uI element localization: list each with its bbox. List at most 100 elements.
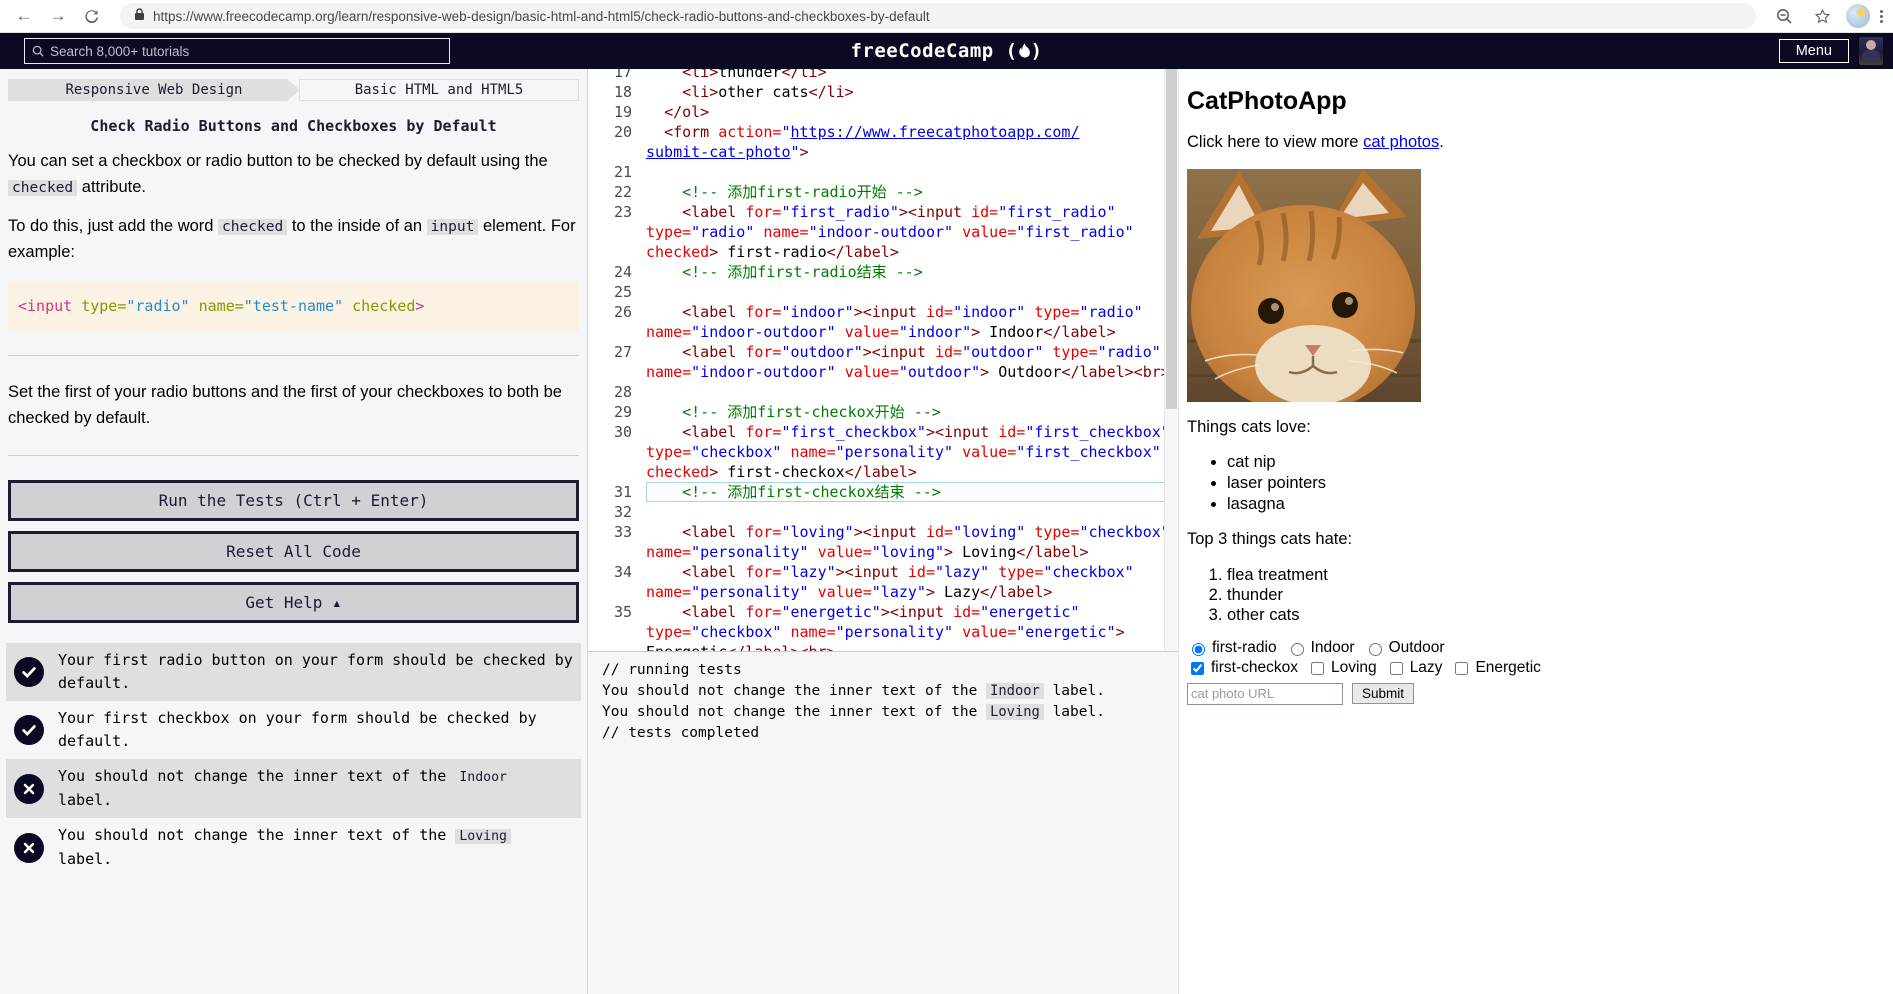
forward-button[interactable]: → <box>44 2 72 30</box>
editor-line[interactable]: checked> first-radio</label> <box>588 242 1178 262</box>
editor-line[interactable]: 23 <label for="first_radio"><input id="f… <box>588 202 1178 222</box>
line-number: 20 <box>614 123 633 141</box>
editor-line[interactable]: 18 <li>other cats</li> <box>588 82 1178 102</box>
get-help-button[interactable]: Get Help ▴ <box>8 582 579 624</box>
preview-radio-first-radio[interactable] <box>1192 642 1205 656</box>
preview-radio-outdoor[interactable] <box>1368 642 1382 656</box>
browser-menu-icon[interactable] <box>1880 9 1883 23</box>
line-code: type="checkbox" name="personality" value… <box>646 622 1178 642</box>
code-segment: "first_radio" <box>998 203 1116 221</box>
intro-period: . <box>1439 133 1444 151</box>
code-segment: > <box>971 323 981 341</box>
editor-line[interactable]: 35 <label for="energetic"><input id="ene… <box>588 602 1178 622</box>
editor-line[interactable]: type="checkbox" name="personality" value… <box>588 622 1178 642</box>
editor-line[interactable]: type="radio" name="indoor-outdoor" value… <box>588 222 1178 242</box>
bookmark-star-icon[interactable] <box>1808 2 1836 30</box>
reset-code-button[interactable]: Reset All Code <box>8 531 579 573</box>
editor-line[interactable]: checked> first-checkox</label> <box>588 462 1178 482</box>
code-segment: checked <box>646 243 710 261</box>
editor-line[interactable]: type="checkbox" name="personality" value… <box>588 442 1178 462</box>
fcc-flame-icon <box>1018 43 1030 58</box>
editor-line[interactable]: 27 <label for="outdoor"><input id="outdo… <box>588 342 1178 362</box>
code-segment: Set the first of your radio buttons and … <box>8 383 562 427</box>
editor-line[interactable]: 24 <!-- 添加first-radio结束 --> <box>588 262 1178 282</box>
submit-button[interactable]: Submit <box>1352 683 1415 704</box>
line-number: 24 <box>614 263 633 281</box>
line-number: 22 <box>614 183 633 201</box>
editor-line[interactable]: name="personality" value="lazy"> Lazy</l… <box>588 582 1178 602</box>
editor-line[interactable]: 29 <!-- 添加first-checkox开始 --> <box>588 402 1178 422</box>
editor-line[interactable]: 28 <box>588 382 1178 402</box>
line-code: <!-- 添加first-checkox结束 --> <box>646 482 1178 502</box>
code-segment: <!-- 添加first-radio开始 --> <box>682 183 923 201</box>
editor-line[interactable]: 22 <!-- 添加first-radio开始 --> <box>588 182 1178 202</box>
instructions-panel: Responsive Web Design Basic HTML and HTM… <box>0 69 588 994</box>
console-line: You should not change the inner text of … <box>602 681 1178 702</box>
code-segment: "indoor" <box>781 303 854 321</box>
code-segment: <li> <box>682 83 719 101</box>
editor-scrollbar[interactable] <box>1164 69 1178 651</box>
console-line: You should not change the inner text of … <box>602 702 1178 723</box>
editor-line[interactable]: 25 <box>588 282 1178 302</box>
editor-line[interactable]: submit-cat-photo"> <box>588 142 1178 162</box>
editor-line[interactable]: 33 <label for="loving"><input id="loving… <box>588 522 1178 542</box>
editor-line[interactable]: 31 <!-- 添加first-checkox结束 --> <box>588 482 1178 502</box>
editor-column: 17 <li>thunder</li> 18 <li>other cats</li… <box>588 69 1178 994</box>
code-segment: first-radio <box>718 243 827 261</box>
preview-checkbox-loving[interactable] <box>1311 661 1324 675</box>
editor-line[interactable]: 17 <li>thunder</li> <box>588 69 1178 82</box>
code-segment: "energetic" <box>1016 623 1116 641</box>
back-button[interactable]: ← <box>10 2 38 30</box>
editor-line[interactable]: 30 <label for="first_checkbox"><input id… <box>588 422 1178 442</box>
editor-line[interactable]: 21 <box>588 162 1178 182</box>
editor-line[interactable]: Energetic</label><br> <box>588 642 1178 651</box>
preview-radio-text: first-radio <box>1212 638 1277 656</box>
editor-line[interactable]: 32 <box>588 502 1178 522</box>
code-segment: Your first radio button on your form sho… <box>58 651 573 693</box>
reload-button[interactable] <box>78 2 106 30</box>
code-segment: <label <box>682 523 737 541</box>
preview-checkbox-first-checkox[interactable] <box>1191 661 1204 675</box>
editor-line[interactable]: 26 <label for="indoor"><input id="indoor… <box>588 302 1178 322</box>
preview-radio-indoor[interactable] <box>1290 642 1304 656</box>
editor-line[interactable]: 19 </ol> <box>588 102 1178 122</box>
code-segment: You should not change the inner text of … <box>58 826 456 845</box>
preview-intro: Click here to view more cat photos. <box>1187 133 1893 152</box>
menu-button[interactable]: Menu <box>1778 39 1849 63</box>
test-result-text: Your first radio button on your form sho… <box>58 649 573 695</box>
user-avatar[interactable] <box>1859 37 1883 65</box>
lesson-paragraph-1: You can set a checkbox or radio button t… <box>8 149 579 200</box>
search-input[interactable]: Search 8,000+ tutorials <box>24 38 450 64</box>
console-line: // running tests <box>602 660 1178 681</box>
code-segment: Indoor <box>980 323 1044 341</box>
line-number <box>588 622 646 642</box>
editor-line[interactable]: name="indoor-outdoor" value="outdoor"> O… <box>588 362 1178 382</box>
preview-checkbox-lazy[interactable] <box>1389 661 1403 675</box>
hate-list-item: other cats <box>1227 606 1893 625</box>
code-segment: <label <box>682 203 737 221</box>
editor-line[interactable]: name="personality" value="loving"> Lovin… <box>588 542 1178 562</box>
code-segment: value= <box>962 223 1017 241</box>
fcc-logo-text-close: ) <box>1030 40 1043 62</box>
code-segment: action= <box>718 123 782 141</box>
code-segment: "lazy" <box>871 583 926 601</box>
zoom-out-page-icon[interactable] <box>1770 2 1798 30</box>
breadcrumb-block[interactable]: Basic HTML and HTML5 <box>298 79 579 101</box>
editor-line[interactable]: 34 <label for="lazy"><input id="lazy" ty… <box>588 562 1178 582</box>
preview-checkbox-energetic[interactable] <box>1455 661 1469 675</box>
run-tests-button[interactable]: Run the Tests (Ctrl + Enter) <box>8 480 579 522</box>
editor-line[interactable]: 20 <form action="https://www.freecatphot… <box>588 122 1178 142</box>
editor-scrollbar-thumb[interactable] <box>1166 69 1177 409</box>
breadcrumb-superblock[interactable]: Responsive Web Design <box>8 79 300 101</box>
browser-profile-avatar[interactable] <box>1846 4 1870 28</box>
cat-photos-link[interactable]: cat photos <box>1363 133 1439 151</box>
fcc-logo[interactable]: freeCodeCamp ( ) <box>850 40 1042 62</box>
code-segment: for= <box>745 423 782 441</box>
editor-line[interactable]: name="indoor-outdoor" value="indoor"> In… <box>588 322 1178 342</box>
cat-photo-url-input[interactable] <box>1187 682 1343 705</box>
address-bar[interactable]: https://www.freecodecamp.org/learn/respo… <box>120 3 1756 29</box>
line-code: </ol> <box>646 102 1178 122</box>
code-editor[interactable]: 17 <li>thunder</li> 18 <li>other cats</li… <box>588 69 1178 651</box>
